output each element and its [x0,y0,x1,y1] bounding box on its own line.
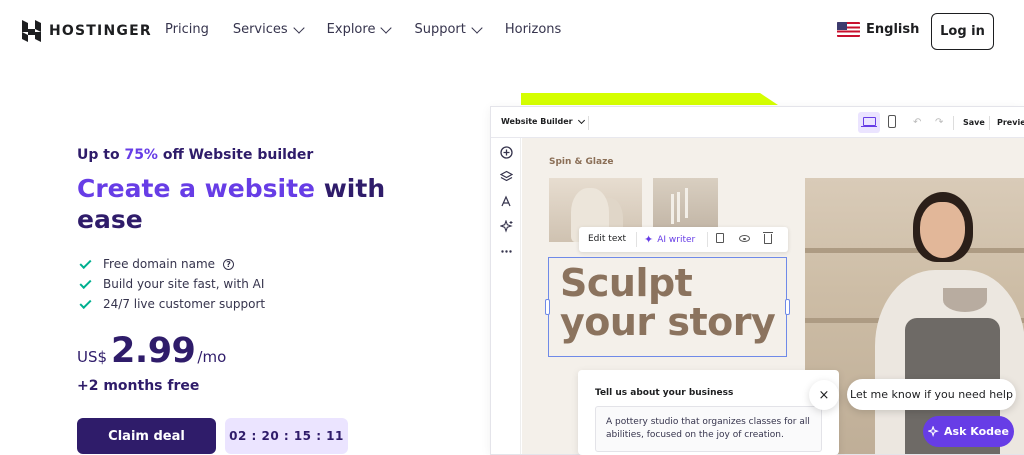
feature-item: Build your site fast, with AI [79,274,265,294]
builder-title-dropdown[interactable]: Website Builder [501,116,585,126]
person-face [920,202,965,258]
prompt-title: Tell us about your business [595,388,734,398]
check-icon [79,276,92,289]
layers-icon[interactable] [499,169,513,183]
check-icon [79,296,92,309]
desktop-view-icon[interactable] [858,112,880,133]
feature-list: Free domain name ? Build your site fast,… [79,254,266,314]
divider [588,116,589,130]
price-period: /mo [197,348,227,366]
business-description-text: A pottery studio that organizes classes … [606,417,810,440]
main-nav: Pricing Services Explore Support Horizon… [165,21,585,37]
visibility-icon[interactable] [739,235,750,242]
nav-support[interactable]: Support [414,21,483,37]
price-currency: US$ [77,348,108,366]
clay-bowl [943,288,987,312]
us-flag-icon [837,22,860,37]
redo-icon[interactable]: ↷ [935,117,943,128]
builder-toolbar: Website Builder ↶ ↷ Save Preview [491,107,1024,138]
divider [989,116,990,130]
feature-label: 24/7 live customer support [103,297,266,311]
business-description-input[interactable]: A pottery studio that organizes classes … [595,406,822,452]
chevron-down-icon [380,21,393,34]
feature-label: Build your site fast, with AI [103,277,265,291]
hostinger-logo-icon [22,20,41,42]
promo-text: Up to 75% off Website builder [77,147,313,163]
chat-help-bubble[interactable]: Let me know if you need help [847,379,1016,410]
nav-explore[interactable]: Explore [326,21,393,37]
site-headline[interactable]: Sculpt your story [560,264,790,342]
ai-writer-button[interactable]: ✦ AI writer [644,233,695,246]
add-element-icon[interactable] [499,145,513,159]
nav-horizons[interactable]: Horizons [505,22,561,37]
nav-explore-label: Explore [326,22,376,37]
chevron-down-icon [292,21,305,34]
nav-pricing-label: Pricing [165,22,209,37]
nav-support-label: Support [414,22,466,37]
resize-handle-left[interactable] [545,299,550,315]
ask-kodee-button[interactable]: Ask Kodee [923,416,1014,447]
divider [707,232,708,247]
builder-sidebar [491,138,521,454]
text-edit-toolbar: Edit text ✦ AI writer [579,227,788,252]
edit-text-button[interactable]: Edit text [588,234,626,244]
nav-pricing[interactable]: Pricing [165,22,209,37]
divider [636,232,637,247]
shelf [805,248,1024,253]
lime-accent-bar [521,93,778,105]
nav-services-label: Services [232,22,288,37]
language-selector[interactable]: English [837,22,919,37]
language-label: English [866,22,920,37]
chevron-down-icon [471,21,483,34]
preview-button[interactable]: Preview [997,118,1024,127]
headline-accent: Create a website [77,174,315,203]
save-button[interactable]: Save [963,118,985,127]
site-headline-line2: your story [560,300,776,344]
promo-accent: 75% [124,147,158,163]
hero-headline: Create a website with ease [77,173,397,235]
divider [953,116,954,130]
promo-suffix: off Website builder [157,147,314,163]
feature-item: 24/7 live customer support [79,294,266,314]
duplicate-icon[interactable] [716,233,724,243]
logo-text: HOSTINGER [49,23,152,39]
close-chat-button[interactable]: × [809,380,839,410]
styles-icon[interactable] [499,194,513,208]
business-prompt-card: Tell us about your business A pottery st… [578,370,839,455]
check-icon [79,256,92,269]
sparkle-icon: ✦ [644,233,654,246]
login-button[interactable]: Log in [931,13,994,50]
undo-icon[interactable]: ↶ [913,117,921,128]
chevron-down-icon [577,116,585,124]
help-icon[interactable]: ? [223,258,235,270]
selected-heading-box[interactable]: Sculpt your story [545,257,790,357]
bonus-text: +2 months free [77,378,200,394]
claim-deal-button[interactable]: Claim deal [77,418,216,454]
delete-icon[interactable] [763,232,773,244]
ask-kodee-label: Ask Kodee [944,425,1009,438]
feature-item: Free domain name ? [79,254,265,274]
ai-tools-icon[interactable] [499,219,513,233]
builder-title: Website Builder [501,117,573,126]
countdown-timer: 02 : 20 : 15 : 11 [225,418,348,454]
feature-label: Free domain name [103,257,216,271]
site-headline-line1: Sculpt [560,261,693,305]
promo-prefix: Up to [77,147,125,163]
sparkle-icon [928,426,940,437]
hostinger-logo[interactable]: HOSTINGER [22,20,152,42]
site-brand-name[interactable]: Spin & Glaze [549,157,613,167]
mobile-view-icon[interactable] [888,115,896,128]
ai-writer-label: AI writer [657,234,696,245]
nav-horizons-label: Horizons [504,22,562,37]
price-amount: 2.99 [111,331,196,371]
price: US$ 2.99 /mo [77,331,226,371]
site-header: HOSTINGER Pricing Services Explore Suppo… [0,0,1024,62]
more-options-icon[interactable] [499,244,513,258]
nav-services[interactable]: Services [232,21,305,37]
